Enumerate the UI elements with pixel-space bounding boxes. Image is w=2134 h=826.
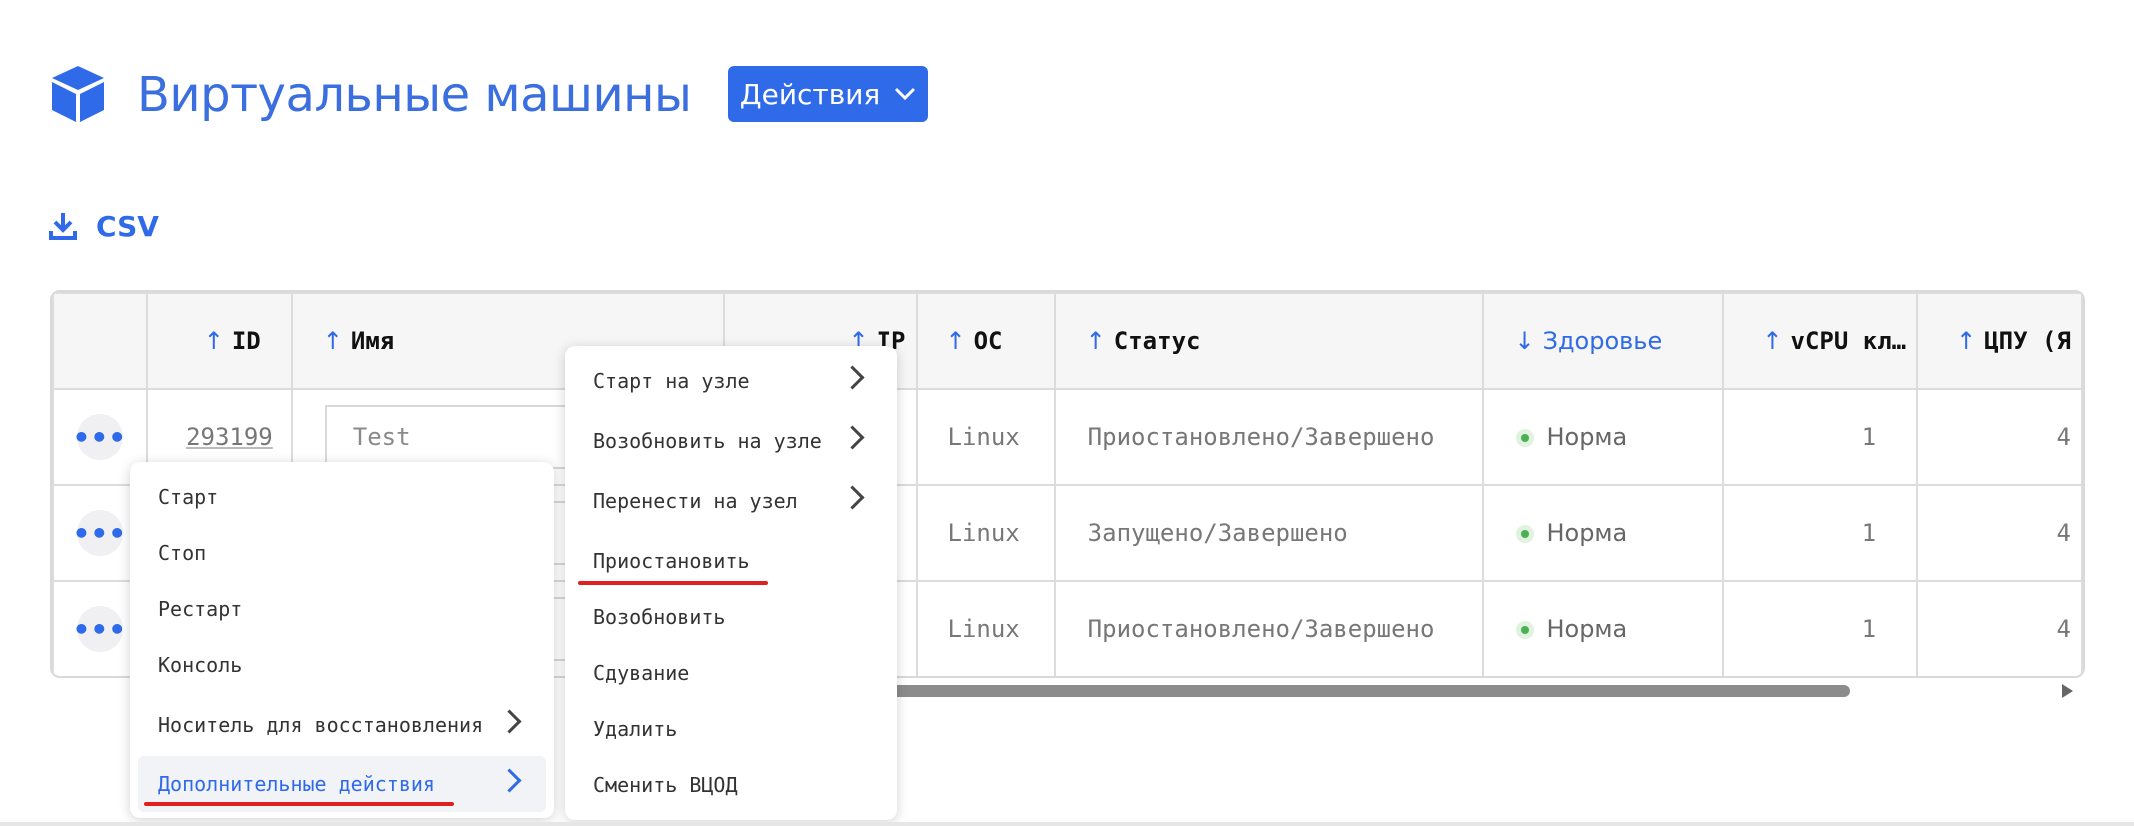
col-os[interactable]: ↑ ОС	[915, 292, 1056, 390]
health-cell: Норма	[1482, 580, 1725, 676]
chevron-right-icon	[840, 485, 865, 510]
menu-item-start[interactable]: Старт	[130, 472, 554, 522]
highlight-underline	[578, 581, 768, 585]
os-cell: Linux	[915, 580, 1056, 676]
chevron-right-icon	[497, 768, 522, 793]
page-title: Виртуальные машины	[137, 67, 692, 123]
row-context-menu: Старт Стоп Рестарт Консоль Носитель для …	[130, 462, 554, 818]
download-icon	[49, 213, 77, 240]
submenu-item-deflate[interactable]: Сдувание	[565, 648, 897, 698]
health-cell: Норма	[1482, 388, 1725, 486]
submenu-item-change-vdc[interactable]: Сменить ВЦОД	[565, 760, 897, 810]
sort-asc-icon: ↑	[945, 327, 966, 355]
vcpu-cell: 1	[1722, 580, 1919, 676]
health-cell: Норма	[1482, 484, 1725, 582]
csv-label: CSV	[96, 209, 159, 243]
sort-asc-icon: ↑	[1085, 327, 1106, 355]
health-ok-icon	[1516, 621, 1535, 639]
submenu-item-delete[interactable]: Удалить	[565, 704, 897, 754]
col-cpu[interactable]: ↑ ЦПУ (Я	[1916, 292, 2083, 390]
cpu-cell: 4	[1916, 484, 2083, 582]
sort-desc-icon: ↓	[1514, 327, 1535, 355]
cpu-cell: 4	[1916, 388, 2083, 486]
actions-dropdown-button[interactable]: Действия	[728, 66, 928, 122]
chevron-down-icon	[895, 87, 916, 101]
menu-item-recovery-media[interactable]: Носитель для восстановления	[130, 700, 554, 750]
health-ok-icon	[1516, 525, 1535, 543]
os-cell: Linux	[915, 484, 1056, 582]
sort-asc-icon: ↑	[1762, 327, 1783, 355]
app-icon-wrap	[48, 64, 108, 124]
chevron-right-icon	[497, 709, 522, 734]
submenu-item-resume[interactable]: Возобновить	[565, 592, 897, 642]
submenu-item-suspend[interactable]: Приостановить	[565, 536, 897, 586]
actions-label: Действия	[739, 77, 881, 111]
sort-asc-icon: ↑	[1956, 327, 1977, 355]
more-actions-button[interactable]: •••	[73, 510, 126, 556]
health-ok-icon	[1516, 429, 1535, 447]
menu-item-restart[interactable]: Рестарт	[130, 584, 554, 634]
col-actions	[52, 292, 148, 390]
submenu-item-start-on-node[interactable]: Старт на узле	[565, 356, 897, 406]
col-status[interactable]: ↑ Статус	[1053, 292, 1485, 390]
sort-asc-icon: ↑	[203, 327, 224, 355]
col-id[interactable]: ↑ ID	[145, 292, 293, 390]
status-cell: Приостановлено/Завершено	[1053, 580, 1485, 676]
scroll-right-arrow-icon[interactable]	[2062, 684, 2073, 698]
vcpu-cell: 1	[1722, 484, 1919, 582]
menu-item-console[interactable]: Консоль	[130, 640, 554, 690]
page-bottom-divider	[0, 822, 2134, 826]
sort-asc-icon: ↑	[322, 327, 343, 355]
status-cell: Приостановлено/Завершено	[1053, 388, 1485, 486]
highlight-underline	[144, 802, 454, 806]
status-cell: Запущено/Завершено	[1053, 484, 1485, 582]
menu-item-stop[interactable]: Стоп	[130, 528, 554, 578]
chevron-right-icon	[840, 365, 865, 390]
os-cell: Linux	[915, 388, 1056, 486]
submenu-item-migrate-to-node[interactable]: Перенести на узел	[565, 476, 897, 526]
col-vcpu[interactable]: ↑ vCPU кл…	[1722, 292, 1919, 390]
more-actions-button[interactable]: •••	[73, 606, 126, 652]
cpu-cell: 4	[1916, 580, 2083, 676]
vcpu-cell: 1	[1722, 388, 1919, 486]
csv-export-button[interactable]: CSV	[48, 206, 159, 246]
cube-icon	[52, 66, 104, 122]
submenu-item-resume-on-node[interactable]: Возобновить на узле	[565, 416, 897, 466]
col-health[interactable]: ↓ Здоровье	[1482, 292, 1725, 390]
chevron-right-icon	[840, 425, 865, 450]
more-actions-button[interactable]: •••	[73, 414, 126, 460]
horizontal-scrollbar-thumb[interactable]	[890, 685, 1850, 697]
